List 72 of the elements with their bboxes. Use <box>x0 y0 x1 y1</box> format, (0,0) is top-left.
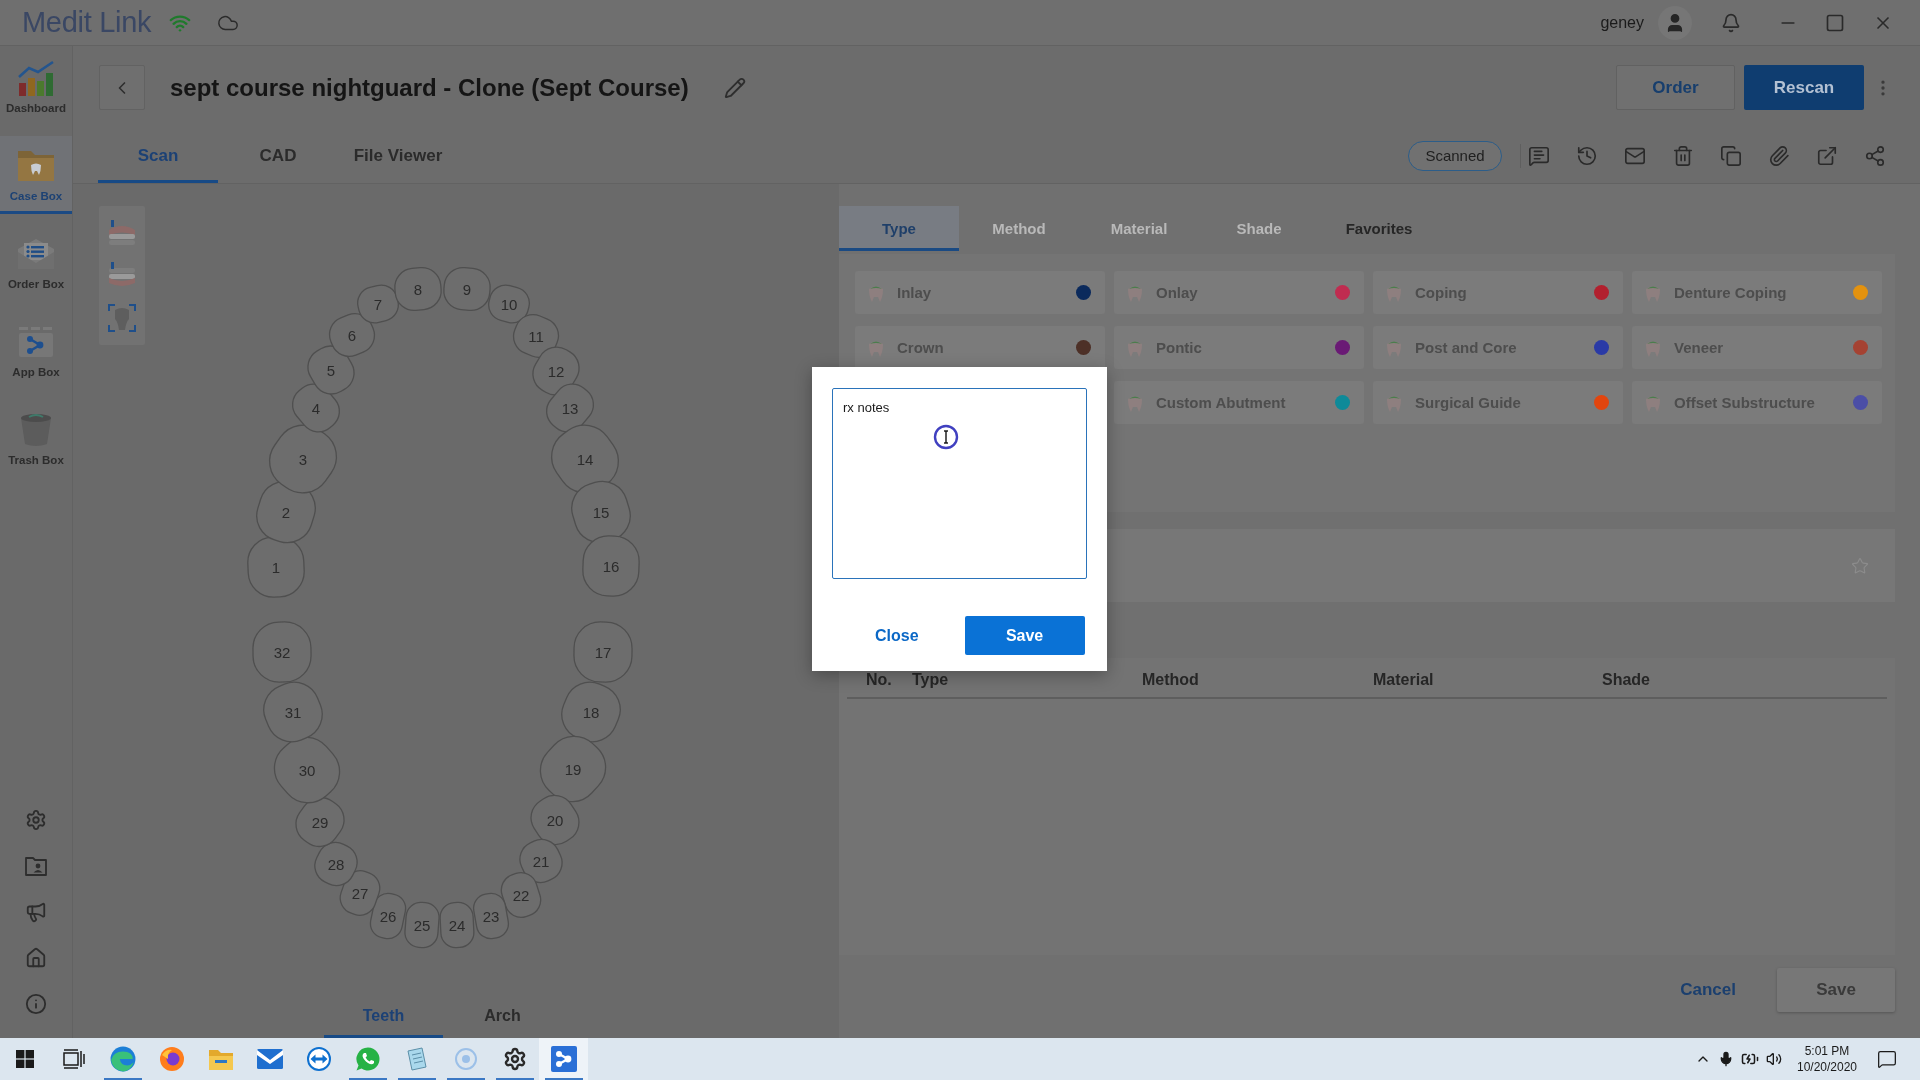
maximize-icon[interactable] <box>1825 12 1845 33</box>
tab[interactable]: File Viewer <box>338 128 458 183</box>
nodes-icon <box>16 325 56 359</box>
cancel-button[interactable]: Cancel <box>1680 968 1736 1012</box>
home-icon[interactable] <box>25 947 47 969</box>
history-icon[interactable] <box>1576 144 1598 167</box>
text-cursor-icon <box>933 424 959 450</box>
status-badge: Scanned <box>1408 140 1502 171</box>
tooth[interactable]: 32 <box>252 621 312 683</box>
sidebar-item[interactable]: Dashboard <box>0 48 72 126</box>
column-header: Shade <box>1602 670 1650 689</box>
tooth[interactable]: 8 <box>392 265 444 313</box>
envelope-icon <box>256 1049 283 1069</box>
browser-icon <box>109 1046 136 1072</box>
settings-icon <box>502 1047 527 1071</box>
column-header: No. <box>866 670 892 689</box>
nodes-icon <box>550 1046 577 1072</box>
bell-icon[interactable] <box>1721 12 1741 33</box>
speech-bubble-icon[interactable] <box>1877 1049 1897 1069</box>
tooth[interactable]: 24 <box>438 901 476 949</box>
tooth[interactable]: 25 <box>403 900 441 950</box>
taskbar-date: 10/20/2020 <box>1796 1059 1858 1075</box>
note-icon[interactable] <box>1528 144 1550 167</box>
column-header: Type <box>912 670 949 689</box>
avatar-icon[interactable] <box>1658 5 1692 40</box>
settings-icon[interactable] <box>25 809 47 831</box>
column-header: Method <box>1142 670 1199 689</box>
notes-field[interactable]: rx notes <box>832 388 1087 579</box>
tab[interactable]: Favorites <box>1319 206 1439 251</box>
edit-icon[interactable] <box>723 76 746 99</box>
copy-icon[interactable] <box>1720 144 1742 167</box>
external-link-icon[interactable] <box>1816 144 1838 167</box>
tab[interactable]: CAD <box>218 128 338 183</box>
browser-icon <box>159 1047 184 1071</box>
bucket-icon <box>19 412 53 448</box>
order-button[interactable]: Order <box>1616 65 1735 110</box>
window-panes-icon <box>15 1050 34 1068</box>
volume-icon[interactable] <box>1766 1051 1782 1067</box>
save-button[interactable]: Save <box>964 616 1085 655</box>
tooth[interactable]: 9 <box>441 265 493 313</box>
task-view-icon <box>62 1049 85 1069</box>
share-icon[interactable] <box>1864 144 1886 167</box>
sidebar-item[interactable]: App Box <box>0 312 72 390</box>
rescan-button[interactable]: Rescan <box>1744 65 1864 110</box>
user-folder-icon[interactable] <box>24 855 48 877</box>
tab[interactable]: Arch <box>443 996 562 1038</box>
megaphone-icon[interactable] <box>25 901 47 923</box>
ring-icon <box>454 1048 477 1070</box>
microphone-icon[interactable] <box>1718 1051 1734 1067</box>
info-icon[interactable] <box>25 993 47 1015</box>
folder-icon <box>208 1048 233 1070</box>
folder-icon <box>16 149 56 183</box>
chart-icon <box>16 60 56 96</box>
trash-icon[interactable] <box>1672 144 1694 167</box>
notepad-icon <box>404 1047 429 1071</box>
focus-frame-icon[interactable] <box>108 303 136 332</box>
tooth[interactable]: 16 <box>581 534 641 598</box>
tab[interactable]: Type <box>839 206 959 251</box>
chat-bubble-icon <box>355 1047 380 1071</box>
sidebar-item[interactable]: Order Box <box>0 224 72 302</box>
close-button[interactable]: Close <box>867 618 927 653</box>
tooth[interactable]: 1 <box>246 535 306 599</box>
paperclip-icon[interactable] <box>1768 144 1790 167</box>
user-name: geney <box>1600 13 1644 32</box>
sidebar-item[interactable]: Case Box <box>0 136 72 214</box>
envelope-icon <box>16 237 56 271</box>
case-title: sept course nightguard - Clone (Sept Course) <box>170 73 689 102</box>
taskbar-time: 5:01 PM <box>1804 1043 1850 1059</box>
tooth[interactable]: 17 <box>573 621 633 683</box>
sidebar-item[interactable]: Trash Box <box>0 400 72 478</box>
upper-jaw-icon[interactable] <box>107 219 137 248</box>
column-header: Material <box>1373 670 1434 689</box>
